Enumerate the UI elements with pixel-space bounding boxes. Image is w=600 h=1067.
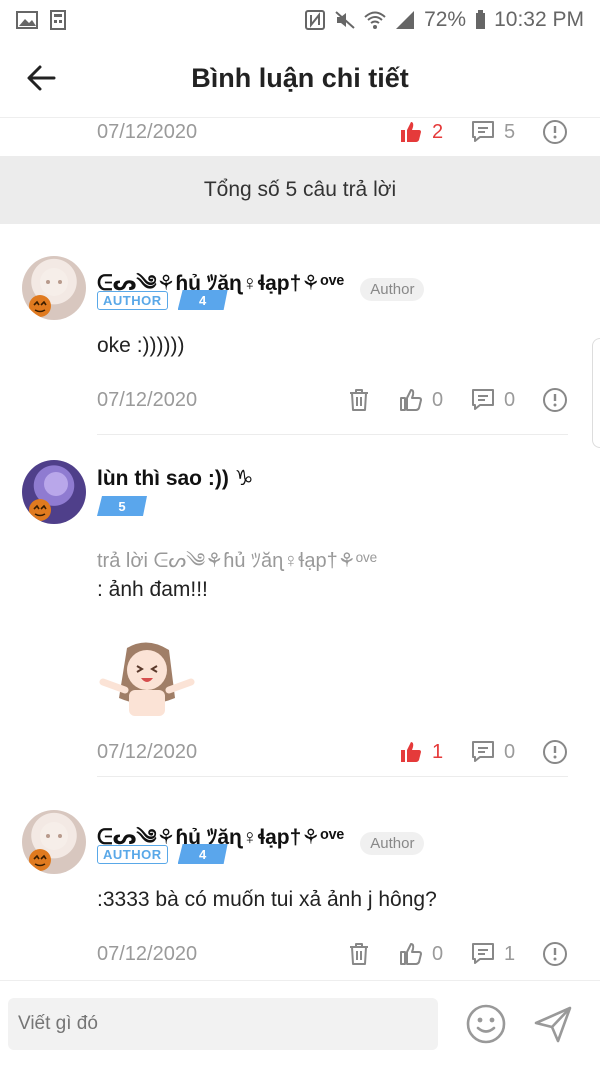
page-title: Bình luận chi tiết [191,63,409,93]
author-badge: AUTHOR [97,844,168,864]
reply-button[interactable]: 0 [470,387,516,413]
author-badge: AUTHOR [97,290,168,310]
wifi-icon [364,11,386,29]
comment-date: 07/12/2020 [97,942,198,965]
clock: 10:32 PM [494,8,584,31]
like-count: 1 [432,740,444,763]
like-button[interactable]: 1 [398,739,444,765]
battery-icon [476,10,486,29]
pumpkin-icon [29,472,68,521]
thumbs-up-icon [401,742,421,762]
avatar[interactable] [22,256,86,320]
sticker-image[interactable] [97,638,197,718]
pumpkin-icon [29,268,68,317]
comment-icon [472,943,494,964]
reply-prefix: trả lời [97,550,148,572]
reply-button[interactable]: 1 [470,941,516,967]
comment-icon [472,121,494,142]
thumbs-up-icon [401,122,421,142]
exclamation-circle-icon [543,120,567,144]
nfc-icon [305,10,326,30]
comment-text: : ảnh đam!!! [97,578,208,601]
comment-date: 07/12/2020 [97,740,198,763]
comment-date: 07/12/2020 [97,120,198,143]
battery-level: 72% [424,8,467,31]
level-badge: 4 [177,844,228,864]
thumbs-up-icon [400,943,422,965]
trash-icon [350,389,368,411]
mute-icon [335,11,355,29]
comment-date: 07/12/2020 [97,388,198,411]
comment-meta: 07/12/2020 1 0 [97,732,568,772]
delete-button[interactable] [346,387,372,413]
back-arrow-icon[interactable] [22,58,62,98]
signal-icon [396,11,415,29]
like-count: 2 [432,120,444,143]
reply-count: 5 [504,120,516,143]
report-button[interactable] [542,739,568,765]
calculator-icon [50,10,66,30]
comment-input[interactable] [8,998,438,1050]
avatar[interactable] [22,810,86,874]
like-button[interactable]: 0 [398,941,444,967]
trash-icon [350,943,368,965]
delete-button[interactable] [346,941,372,967]
reply-count-summary: Tổng số 5 câu trả lời [0,156,600,224]
like-count: 0 [432,388,444,411]
status-bar: 72% 10:32 PM [0,0,600,40]
comment-thread[interactable]: 07/12/2020 2 5 Tổng số 5 câu trả lời ᕮᔕ༄… [0,118,600,980]
comment-text: oke :)))))) [97,334,185,357]
reply-button[interactable]: 5 [470,119,516,145]
report-button[interactable] [542,941,568,967]
author-tag: Author [360,278,425,301]
comment-meta: 07/12/2020 0 1 [97,934,568,974]
divider [97,434,568,435]
report-button[interactable] [542,387,568,413]
comment-composer [0,980,600,1067]
gallery-icon [16,11,38,29]
reply-count: 1 [504,942,516,965]
author-tag: Author [360,832,425,855]
comment-meta: 07/12/2020 0 0 [97,380,568,420]
level-badge: 4 [177,290,228,310]
sticker-image [99,642,195,716]
parent-comment-meta: 07/12/2020 2 5 [97,118,568,152]
username[interactable]: lùn thì sao :)) ♑ [97,466,253,491]
report-button[interactable] [542,119,568,145]
comment-text: :3333 bà có muốn tui xả ảnh j hông? [97,888,437,911]
pumpkin-icon [29,822,68,871]
comment-icon [472,741,494,762]
like-count: 0 [432,942,444,965]
exclamation-circle-icon [543,388,567,412]
level-badge: 5 [97,496,147,516]
smiley-icon[interactable] [465,1003,507,1045]
avatar[interactable] [22,460,86,524]
scroll-indicator[interactable] [592,338,600,448]
comment-icon [472,389,494,410]
like-button[interactable]: 0 [398,387,444,413]
app-header: Bình luận chi tiết [0,40,600,118]
reply-count: 0 [504,388,516,411]
reply-count: 0 [504,740,516,763]
exclamation-circle-icon [543,740,567,764]
like-button[interactable]: 2 [398,119,444,145]
reply-to-username[interactable]: ᕮᔕ༄⚘ɦủ ﾂăɳ♀ɬạp†⚘ᵒᵛᵉ [153,550,377,572]
send-icon[interactable] [532,1003,574,1045]
thumbs-up-icon [400,389,422,411]
exclamation-circle-icon [543,942,567,966]
divider [97,776,568,777]
reply-button[interactable]: 0 [470,739,516,765]
